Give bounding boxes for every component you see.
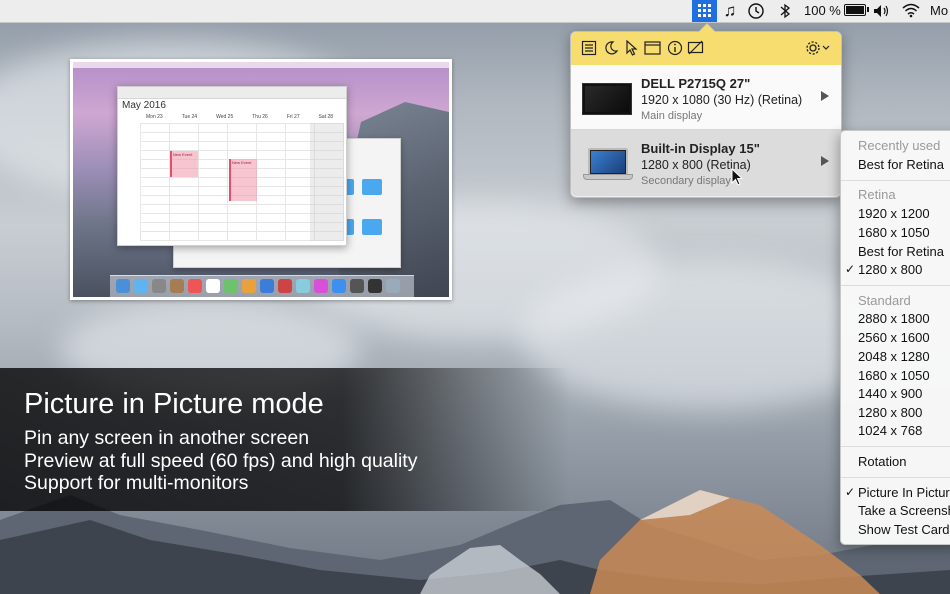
pip-mirrored-screen: May 2016 Mon 23 Tue 24 Wed 25 Thu 26 Fri 27 S… bbox=[73, 62, 449, 297]
time-machine-icon[interactable] bbox=[745, 0, 767, 22]
popover-toolbar bbox=[571, 32, 841, 66]
menu-item-resolution[interactable]: 2880 x 1800 bbox=[858, 311, 930, 326]
caption-line: Support for multi-monitors bbox=[24, 472, 249, 494]
battery-percent: 100 % bbox=[804, 3, 841, 18]
display-row-builtin[interactable]: Built-in Display 15" 1280 x 800 (Retina)… bbox=[571, 130, 841, 196]
submenu-arrow-icon[interactable] bbox=[821, 156, 829, 166]
list-icon[interactable] bbox=[580, 40, 597, 57]
no-display-icon[interactable] bbox=[687, 40, 704, 57]
submenu-arrow-icon[interactable] bbox=[821, 91, 829, 101]
displays-popover: DELL P2715Q 27" 1920 x 1080 (30 Hz) (Ret… bbox=[570, 23, 842, 198]
resolution-menu: Recently used Best for Retina Retina 192… bbox=[840, 130, 950, 545]
bluetooth-icon[interactable] bbox=[775, 0, 795, 22]
menu-item-resolution[interactable]: 1280 x 800 bbox=[858, 405, 922, 420]
cursor-icon[interactable] bbox=[623, 39, 640, 57]
menu-item-resolution[interactable]: 1680 x 1050 bbox=[858, 368, 930, 383]
menu-item-resolution[interactable]: 1680 x 1050 bbox=[858, 225, 930, 240]
menu-header-retina: Retina bbox=[858, 187, 896, 202]
menu-item-recent[interactable]: Best for Retina bbox=[858, 157, 944, 172]
gear-icon[interactable] bbox=[805, 40, 831, 57]
menu-header-standard: Standard bbox=[858, 293, 911, 308]
pip-calendar-event: New Event bbox=[170, 151, 198, 177]
menu-header-recent: Recently used bbox=[858, 138, 941, 153]
menu-item-resolution[interactable]: 2048 x 1280 bbox=[858, 349, 930, 364]
menu-bar: ♫ 100 % Mo bbox=[0, 0, 950, 23]
menu-item-show-test-card[interactable]: Show Test Card bbox=[858, 522, 950, 537]
menu-item-resolution[interactable]: 2560 x 1600 bbox=[858, 330, 930, 345]
pip-calendar-days: Mon 23 Tue 24 Wed 25 Thu 26 Fri 27 Sat 28 bbox=[146, 114, 334, 120]
checkmark-icon: ✓ bbox=[845, 485, 856, 499]
menu-item-rotation[interactable]: Rotation bbox=[858, 454, 906, 469]
display-role: Secondary display bbox=[641, 175, 731, 187]
menu-item-resolution[interactable]: 1440 x 900 bbox=[858, 386, 922, 401]
mouse-pointer-icon bbox=[731, 168, 744, 186]
window-icon[interactable] bbox=[644, 40, 661, 57]
laptop-icon bbox=[588, 148, 628, 176]
music-note-icon[interactable]: ♫ bbox=[721, 0, 739, 22]
volume-icon[interactable] bbox=[871, 0, 893, 22]
battery-icon bbox=[843, 4, 869, 16]
menubar-clock-text[interactable]: Mo bbox=[930, 0, 950, 22]
menu-item-resolution[interactable]: 1920 x 1200 bbox=[858, 206, 930, 221]
caption-title: Picture in Picture mode bbox=[24, 388, 324, 420]
menu-item-take-screenshot[interactable]: Take a Screensh bbox=[858, 503, 950, 518]
pip-calendar-title: May 2016 bbox=[122, 100, 166, 111]
caption-line: Preview at full speed (60 fps) and high … bbox=[24, 450, 418, 472]
wifi-icon[interactable] bbox=[899, 0, 923, 22]
displays-grid-icon[interactable] bbox=[692, 0, 717, 22]
pip-preview-window[interactable]: May 2016 Mon 23 Tue 24 Wed 25 Thu 26 Fri 27 S… bbox=[70, 59, 452, 300]
pip-dock bbox=[110, 275, 414, 297]
pip-calendar-window: May 2016 Mon 23 Tue 24 Wed 25 Thu 26 Fri 27 S… bbox=[117, 86, 347, 246]
display-name: DELL P2715Q 27" bbox=[641, 76, 751, 91]
display-name: Built-in Display 15" bbox=[641, 141, 760, 156]
monitor-icon bbox=[582, 83, 632, 115]
menu-item-resolution[interactable]: 1024 x 768 bbox=[858, 423, 922, 438]
info-icon[interactable] bbox=[666, 40, 683, 57]
checkmark-icon: ✓ bbox=[845, 262, 856, 276]
menu-item-resolution-selected[interactable]: 1280 x 800 bbox=[858, 262, 922, 277]
caption-line: Pin any screen in another screen bbox=[24, 427, 310, 449]
display-role: Main display bbox=[641, 110, 703, 122]
display-row-dell[interactable]: DELL P2715Q 27" 1920 x 1080 (30 Hz) (Ret… bbox=[571, 65, 841, 130]
display-resolution: 1920 x 1080 (30 Hz) (Retina) bbox=[641, 93, 803, 107]
menu-item-resolution[interactable]: Best for Retina bbox=[858, 244, 944, 259]
moon-icon[interactable] bbox=[602, 40, 619, 57]
battery-status[interactable]: 100 % bbox=[804, 0, 869, 22]
menu-item-picture-in-picture[interactable]: Picture In Pictur bbox=[858, 485, 950, 500]
pip-calendar-event: New Event bbox=[229, 159, 257, 201]
